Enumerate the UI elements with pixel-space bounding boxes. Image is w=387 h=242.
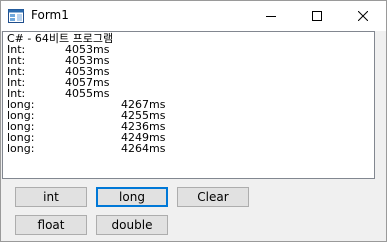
window-title: Form1: [31, 8, 69, 22]
output-textbox[interactable]: C# - 64비트 프로그램 Int: 4053ms Int: 4053ms I…: [2, 31, 375, 179]
double-button[interactable]: double: [96, 215, 168, 235]
title-bar[interactable]: Form1: [1, 1, 386, 31]
close-icon: [358, 11, 368, 21]
maximize-icon: [312, 11, 322, 21]
maximize-button[interactable]: [294, 1, 340, 31]
long-label: long:: [7, 142, 35, 155]
float-button[interactable]: float: [15, 215, 87, 235]
long-time-value: 4264ms: [121, 142, 166, 155]
close-button[interactable]: [340, 1, 386, 31]
long-button[interactable]: long: [96, 187, 168, 207]
int-time-value: 4055ms: [65, 87, 110, 100]
minimize-icon: [266, 16, 276, 17]
app-window-icon: [8, 9, 24, 23]
minimize-button[interactable]: [248, 1, 294, 31]
clear-button[interactable]: Clear: [177, 187, 249, 207]
long-result-line: long: 4264ms: [7, 142, 165, 155]
form-window: Form1 C# - 64비트 프로그램 Int: 4053ms Int: 40: [0, 0, 387, 242]
int-button[interactable]: int: [15, 187, 87, 207]
